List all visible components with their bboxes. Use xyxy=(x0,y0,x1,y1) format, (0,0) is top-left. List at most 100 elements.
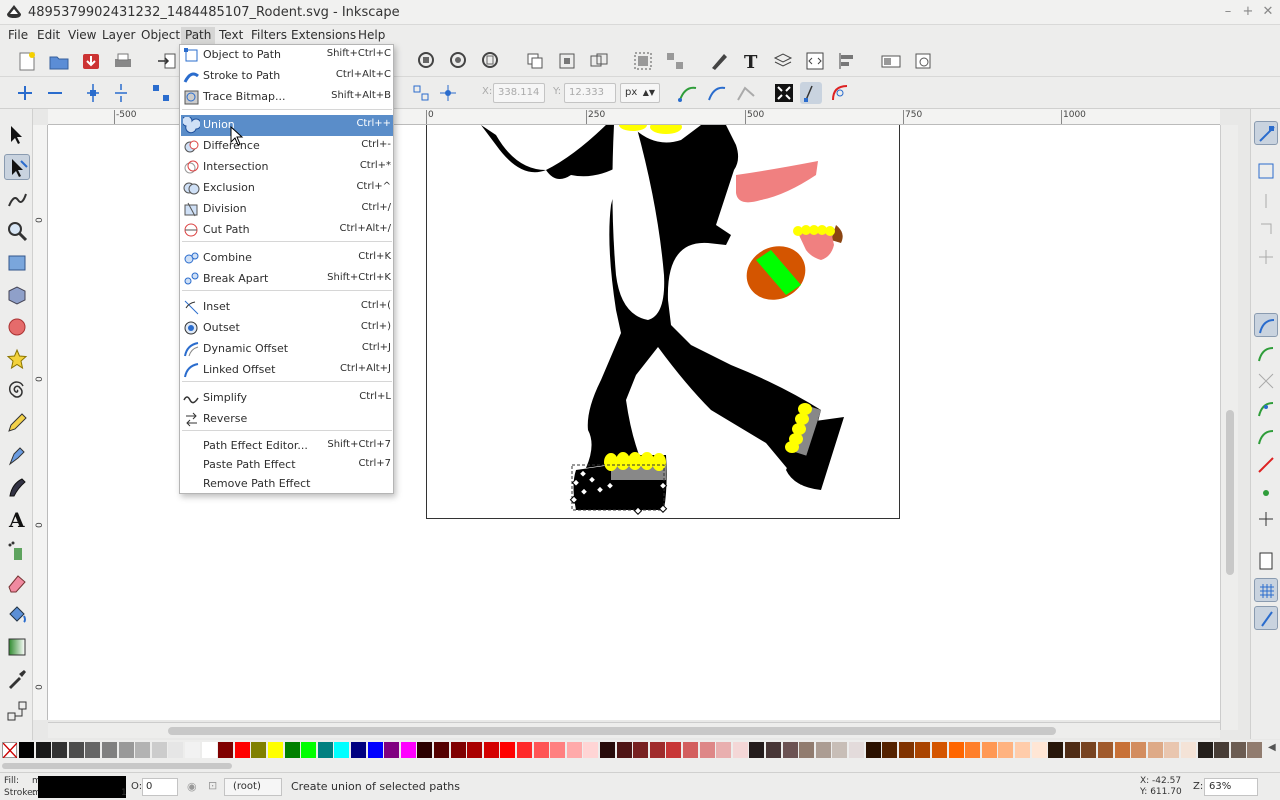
menu-item-remove-path-effect[interactable]: Remove Path Effect xyxy=(181,474,393,495)
color-swatch[interactable] xyxy=(1230,742,1246,758)
menu-item-simplify[interactable]: Simplify Ctrl+L xyxy=(181,388,393,409)
color-swatch[interactable] xyxy=(151,742,167,758)
color-swatch[interactable] xyxy=(981,742,997,758)
color-swatch[interactable] xyxy=(849,742,864,758)
color-swatch[interactable] xyxy=(1147,742,1163,758)
connector-tool-icon[interactable] xyxy=(4,698,30,724)
color-swatch[interactable] xyxy=(450,742,466,758)
vertical-scrollbar[interactable] xyxy=(1220,125,1238,730)
delete-node-icon[interactable] xyxy=(44,82,66,104)
zoom-selection-icon[interactable] xyxy=(416,50,438,72)
color-swatch[interactable] xyxy=(434,742,449,758)
color-swatch[interactable] xyxy=(400,742,416,758)
vertical-ruler[interactable]: 0 0 0 0 xyxy=(33,125,48,720)
color-swatch[interactable] xyxy=(965,742,981,758)
color-swatch[interactable] xyxy=(284,742,300,758)
layer-select[interactable]: (root) xyxy=(224,778,282,796)
color-swatch[interactable] xyxy=(334,742,350,758)
color-swatch[interactable] xyxy=(865,742,881,758)
import-icon[interactable] xyxy=(156,50,178,72)
color-swatch[interactable] xyxy=(882,742,898,758)
snap-nodes-icon[interactable] xyxy=(1254,313,1278,337)
new-document-icon[interactable] xyxy=(16,50,38,72)
save-document-icon[interactable] xyxy=(80,50,102,72)
horizontal-scroll-thumb[interactable] xyxy=(168,727,1056,735)
document-properties-icon[interactable] xyxy=(880,50,902,72)
print-icon[interactable] xyxy=(112,50,134,72)
menu-item-cut-path[interactable]: Cut Path Ctrl+Alt+/ xyxy=(181,220,393,241)
edit-path-effect-icon[interactable] xyxy=(677,82,699,104)
palette-scrollbar[interactable] xyxy=(0,760,1280,772)
menu-item-dynamic-offset[interactable]: Dynamic Offset Ctrl+J xyxy=(181,339,393,360)
rodent-drawing[interactable] xyxy=(426,125,900,525)
color-swatch[interactable] xyxy=(1197,742,1213,758)
color-swatch[interactable] xyxy=(135,742,151,758)
color-swatch[interactable] xyxy=(932,742,947,758)
fill-stroke-icon[interactable] xyxy=(708,50,730,72)
color-swatch[interactable] xyxy=(118,742,134,758)
menu-item-object-to-path[interactable]: Object to Path Shift+Ctrl+C xyxy=(181,45,393,66)
menu-item-intersection[interactable]: Intersection Ctrl+* xyxy=(181,157,393,178)
snap-intersections-icon[interactable] xyxy=(1254,369,1278,393)
join-nodes-icon[interactable] xyxy=(82,82,104,104)
color-swatch[interactable] xyxy=(19,742,34,758)
color-swatch[interactable] xyxy=(1131,742,1147,758)
minimize-button[interactable]: – xyxy=(1220,3,1236,21)
menu-item-linked-offset[interactable]: Linked Offset Ctrl+Alt+J xyxy=(181,360,393,381)
color-swatch[interactable] xyxy=(483,742,499,758)
color-swatch[interactable] xyxy=(384,742,400,758)
color-swatch[interactable] xyxy=(52,742,68,758)
menu-text[interactable]: Text xyxy=(215,27,247,44)
snap-paths-icon[interactable] xyxy=(1254,342,1278,366)
color-swatch[interactable] xyxy=(1164,742,1180,758)
menu-filters[interactable]: Filters xyxy=(247,27,291,44)
color-swatch[interactable] xyxy=(201,742,217,758)
color-swatch[interactable] xyxy=(417,742,433,758)
unlink-clone-icon[interactable] xyxy=(588,50,610,72)
open-document-icon[interactable] xyxy=(48,50,70,72)
color-swatch[interactable] xyxy=(1064,742,1080,758)
color-swatch[interactable] xyxy=(600,742,615,758)
snap-bbox-midpoint-icon[interactable] xyxy=(1254,245,1278,269)
color-swatch[interactable] xyxy=(533,742,549,758)
layers-icon[interactable] xyxy=(772,50,794,72)
zoom-page-icon[interactable] xyxy=(480,50,502,72)
mask-edit-icon[interactable] xyxy=(735,82,757,104)
color-swatch[interactable] xyxy=(666,742,682,758)
color-swatch[interactable] xyxy=(268,742,283,758)
menu-extensions[interactable]: Extensions xyxy=(287,27,360,44)
color-swatch[interactable] xyxy=(1015,742,1030,758)
color-swatch[interactable] xyxy=(898,742,914,758)
menu-edit[interactable]: Edit xyxy=(33,27,64,44)
color-swatch[interactable] xyxy=(699,742,715,758)
snap-smooth-nodes-icon[interactable] xyxy=(1254,425,1278,449)
menu-view[interactable]: View xyxy=(64,27,100,44)
color-swatch[interactable] xyxy=(1081,742,1097,758)
snap-cusp-nodes-icon[interactable] xyxy=(1254,397,1278,421)
menu-item-reverse[interactable]: Reverse xyxy=(181,409,393,430)
color-swatch[interactable] xyxy=(633,742,649,758)
menu-item-break-apart[interactable]: Break Apart Shift+Ctrl+K xyxy=(181,269,393,290)
color-swatch[interactable] xyxy=(467,742,483,758)
menu-item-inset[interactable]: Inset Ctrl+( xyxy=(181,297,393,318)
color-swatch[interactable] xyxy=(1098,742,1113,758)
visibility-eye-icon[interactable]: ◉ xyxy=(187,780,197,793)
color-swatch[interactable] xyxy=(649,742,665,758)
show-path-outline-icon[interactable] xyxy=(829,82,851,104)
color-swatch[interactable] xyxy=(766,742,781,758)
insert-node-icon[interactable] xyxy=(14,82,36,104)
paint-bucket-tool-icon[interactable] xyxy=(4,602,30,628)
clone-icon[interactable] xyxy=(556,50,578,72)
ungroup-icon[interactable] xyxy=(664,50,686,72)
color-swatch[interactable] xyxy=(716,742,732,758)
color-swatch[interactable] xyxy=(583,742,599,758)
color-swatch[interactable] xyxy=(616,742,632,758)
color-swatch[interactable] xyxy=(35,742,51,758)
color-swatch[interactable] xyxy=(301,742,317,758)
color-swatch[interactable] xyxy=(998,742,1014,758)
menu-item-difference[interactable]: Difference Ctrl+- xyxy=(181,136,393,157)
menu-item-path-effect-editor[interactable]: Path Effect Editor... Shift+Ctrl+7 xyxy=(181,436,393,457)
pencil-tool-icon[interactable] xyxy=(4,410,30,436)
star-tool-icon[interactable] xyxy=(4,346,30,372)
color-swatch[interactable] xyxy=(799,742,815,758)
